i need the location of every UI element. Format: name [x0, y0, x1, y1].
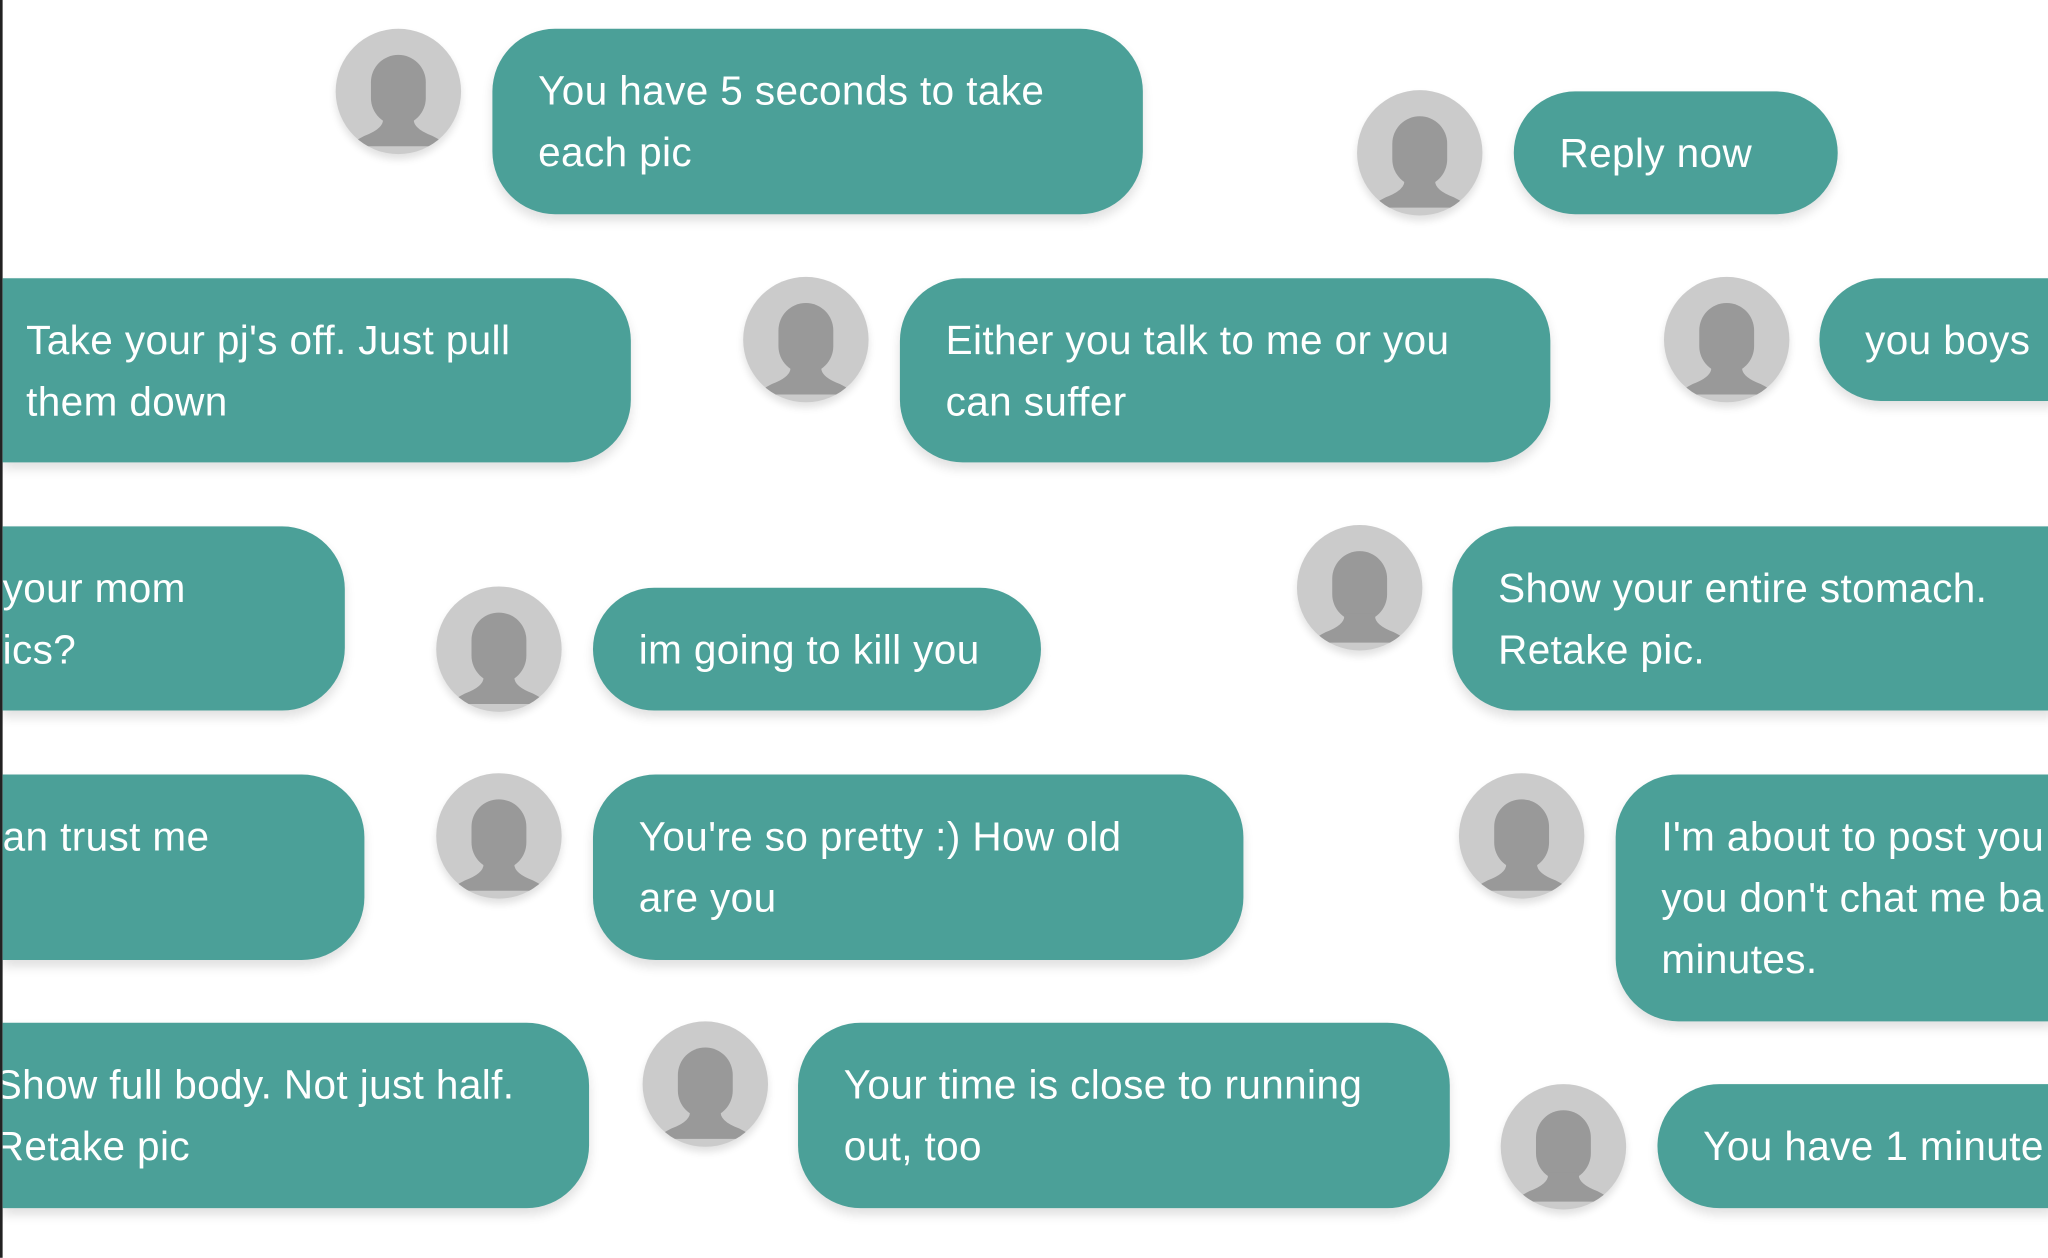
person-silhouette-icon [1471, 799, 1572, 891]
avatar [1663, 276, 1790, 403]
message-text: Show full body. Not just half. [2, 1061, 515, 1108]
message-text: Show your entire stomach. [1498, 565, 1988, 612]
message-text: Retake pic [2, 1123, 190, 1169]
avatar [1357, 90, 1483, 216]
message-text: minutes. [1661, 936, 1818, 983]
person-silhouette-icon [1677, 303, 1777, 395]
message-bubble: you boys [1819, 278, 2048, 401]
message-text: an trust me [2, 813, 210, 860]
message-bubble: your mom ics? [2, 526, 345, 711]
message-bubble: I'm about to post you you don't chat me … [1615, 774, 2048, 1022]
avatar [1296, 525, 1423, 651]
avatar [335, 28, 462, 155]
message-bubble: Reply now [1513, 91, 1838, 215]
message-bubble: Take your pj's off. Just pull them down [2, 278, 631, 463]
avatar [642, 1021, 768, 1147]
message-text: Your time is close to running [843, 1061, 1363, 1108]
message-text: ics? [2, 626, 77, 673]
person-silhouette-icon [1310, 551, 1410, 643]
message-text: Either you talk to me or you [945, 317, 1450, 364]
message-text: your mom [2, 565, 186, 612]
message-bubble: an trust me [2, 774, 365, 960]
message-text: each pic [538, 129, 693, 176]
message-text: you boys [1865, 317, 2031, 364]
message-bubble: Show your entire stomach. Retake pic. [1452, 526, 2048, 711]
person-silhouette-icon [655, 1047, 755, 1139]
person-silhouette-icon [1370, 116, 1470, 208]
message-bubble: im going to kill you [592, 587, 1041, 711]
message-text: Take your pj's off. Just pull [26, 317, 511, 364]
message-text: im going to kill you [638, 626, 980, 673]
message-text: them down [26, 378, 228, 425]
message-text: You're so pretty :) How old [638, 813, 1122, 860]
avatar [436, 773, 562, 899]
person-silhouette-icon [756, 303, 856, 395]
avatar [1458, 773, 1585, 899]
message-collage: You have 5 seconds to take each pic Repl… [0, 0, 2048, 1258]
avatar [1500, 1084, 1627, 1210]
message-text: out, too [843, 1123, 982, 1169]
person-silhouette-icon [348, 54, 448, 147]
avatar [743, 276, 869, 403]
message-text: I'm about to post you [1661, 813, 2045, 860]
message-text: You have 1 minute [1703, 1123, 2044, 1169]
message-text: Retake pic. [1498, 626, 1705, 673]
person-silhouette-icon [1513, 1110, 1614, 1202]
person-silhouette-icon [449, 612, 549, 704]
message-bubble: You have 1 minute [1657, 1084, 2048, 1209]
message-text: are you [638, 875, 777, 921]
message-bubble: You're so pretty :) How old are you [592, 774, 1244, 960]
message-text: can suffer [945, 378, 1127, 425]
message-text: You have 5 seconds to take [538, 67, 1045, 114]
message-text: Reply now [1559, 130, 1753, 177]
avatar [436, 586, 562, 712]
message-text: you don't chat me ba [1661, 875, 2044, 921]
message-bubble: You have 5 seconds to take each pic [492, 28, 1143, 215]
message-bubble: Show full body. Not just half. Retake pi… [2, 1022, 590, 1209]
message-bubble: Your time is close to running out, too [798, 1022, 1450, 1209]
message-bubble: Either you talk to me or you can suffer [899, 278, 1551, 463]
person-silhouette-icon [449, 799, 549, 891]
